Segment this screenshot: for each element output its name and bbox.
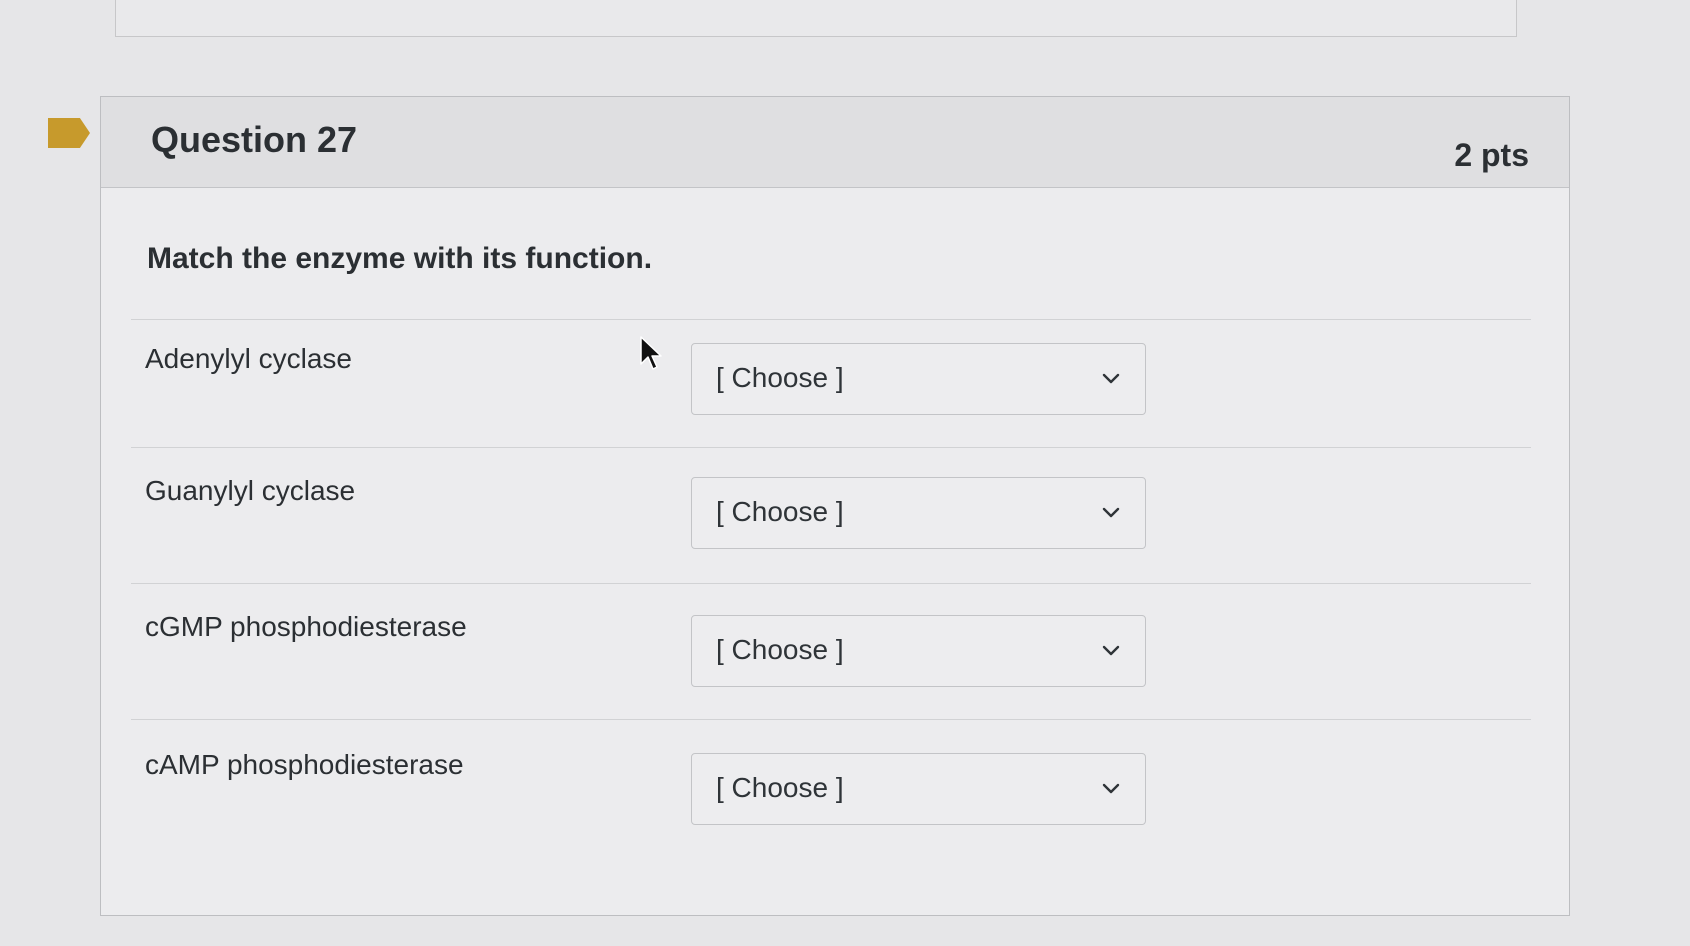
chevron-down-icon xyxy=(1102,645,1120,656)
match-label-cgmp-phosphodiesterase: cGMP phosphodiesterase xyxy=(145,611,467,642)
select-value: [ Choose ] xyxy=(716,362,844,393)
mouse-cursor-icon xyxy=(640,336,662,370)
question-points: 2 pts xyxy=(1454,137,1529,173)
divider xyxy=(131,447,1531,448)
question-title: Question 27 xyxy=(151,119,358,160)
divider xyxy=(131,583,1531,584)
match-label-camp-phosphodiesterase: cAMP phosphodiesterase xyxy=(145,749,464,780)
question-header: Question 27 2 pts xyxy=(101,97,1569,188)
chevron-down-icon xyxy=(1102,507,1120,518)
select-value: [ Choose ] xyxy=(716,772,844,803)
match-select-cgmp-phosphodiesterase[interactable]: [ Choose ] xyxy=(691,615,1146,687)
divider xyxy=(131,319,1531,320)
match-label-guanylyl-cyclase: Guanylyl cyclase xyxy=(145,475,356,506)
match-select-guanylyl-cyclase[interactable]: [ Choose ] xyxy=(691,477,1146,549)
select-value: [ Choose ] xyxy=(716,634,844,665)
question-prompt: Match the enzyme with its function. xyxy=(147,242,653,275)
chevron-down-icon xyxy=(1102,783,1120,794)
previous-question-card xyxy=(115,0,1517,37)
match-select-camp-phosphodiesterase[interactable]: [ Choose ] xyxy=(691,753,1146,825)
chevron-down-icon xyxy=(1102,373,1120,384)
match-select-adenylyl-cyclase[interactable]: [ Choose ] xyxy=(691,343,1146,415)
flag-icon[interactable] xyxy=(48,118,90,148)
select-value: [ Choose ] xyxy=(716,496,844,527)
question-card: Question 27 2 pts Match the enzyme with … xyxy=(100,96,1570,916)
match-label-adenylyl-cyclase: Adenylyl cyclase xyxy=(145,343,352,374)
divider xyxy=(131,719,1531,720)
